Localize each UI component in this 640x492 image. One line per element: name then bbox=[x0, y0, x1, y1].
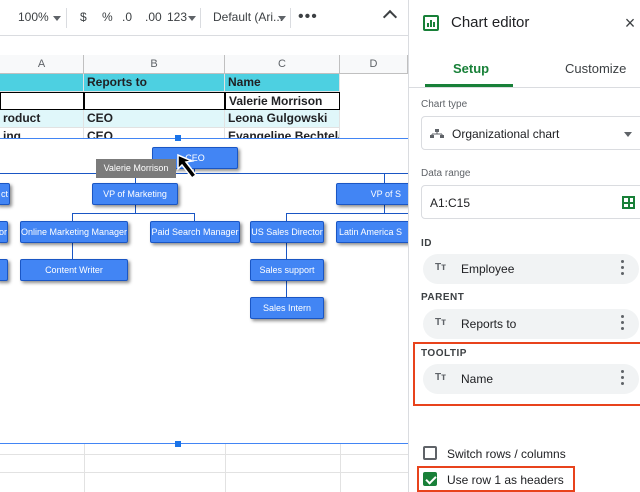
org-node-partial-left-3[interactable] bbox=[0, 259, 8, 281]
zoom-select[interactable]: 100% bbox=[18, 10, 49, 24]
connector-line bbox=[0, 173, 408, 174]
grid-line bbox=[84, 444, 85, 492]
chevron-down-icon[interactable] bbox=[624, 132, 632, 137]
text-type-icon: Tт bbox=[435, 317, 447, 328]
font-select[interactable]: Default (Ari... bbox=[213, 10, 283, 24]
org-node-vp-sales[interactable]: VP of S bbox=[336, 183, 416, 205]
connector-line bbox=[384, 205, 385, 214]
connector-line bbox=[286, 213, 287, 221]
chart-resize-handle-top[interactable] bbox=[175, 135, 181, 141]
decrease-decimal-button[interactable]: .0 bbox=[122, 10, 132, 24]
cell-c1[interactable]: Name bbox=[225, 74, 340, 92]
connector-line bbox=[384, 173, 385, 183]
connector-line bbox=[286, 243, 287, 259]
org-node-partial-left-2[interactable]: or bbox=[0, 221, 8, 243]
sheets-toolbar: 100% $ % .0 .00 123 Default (Ari... ••• bbox=[0, 0, 408, 36]
collapse-toolbar-icon[interactable] bbox=[382, 9, 398, 25]
parent-label: PARENT bbox=[421, 292, 465, 303]
cell-c3[interactable]: Leona Gulgowski bbox=[225, 110, 340, 128]
column-header-c[interactable]: C bbox=[225, 55, 340, 74]
tab-setup[interactable]: Setup bbox=[453, 61, 489, 76]
org-node-online-marketing-manager[interactable]: Online Marketing Manager bbox=[20, 221, 128, 243]
select-range-icon[interactable] bbox=[622, 196, 635, 209]
cell-b2[interactable] bbox=[84, 92, 225, 110]
use-row-1-headers-label[interactable]: Use row 1 as headers bbox=[447, 473, 564, 487]
data-range-label: Data range bbox=[421, 168, 471, 179]
mouse-cursor-icon bbox=[177, 153, 198, 180]
org-chart[interactable]: CEO ct VP of Marketing VP of S or Online… bbox=[0, 135, 416, 447]
switch-rows-columns-label[interactable]: Switch rows / columns bbox=[447, 447, 566, 461]
toolbar-divider bbox=[66, 8, 67, 28]
more-options-icon[interactable]: ••• bbox=[298, 8, 318, 26]
connector-line bbox=[194, 213, 195, 221]
increase-decimal-button[interactable]: .00 bbox=[145, 10, 162, 24]
tooltip-field-chip[interactable]: Tт Name bbox=[423, 364, 639, 394]
org-node-paid-search-manager[interactable]: Paid Search Manager bbox=[150, 221, 240, 243]
column-header-a[interactable]: A bbox=[0, 55, 84, 74]
chart-type-label: Chart type bbox=[421, 99, 468, 110]
toolbar-divider bbox=[200, 8, 201, 28]
grid-line bbox=[225, 444, 226, 492]
tooltip-label: TOOLTIP bbox=[421, 348, 467, 359]
toolbar-divider bbox=[290, 8, 291, 28]
chart-editor-icon bbox=[423, 15, 439, 31]
id-field-value: Employee bbox=[461, 262, 515, 276]
connector-line bbox=[286, 281, 287, 297]
zoom-caret-icon[interactable] bbox=[53, 16, 61, 21]
grid-line bbox=[0, 454, 408, 455]
column-header-b[interactable]: B bbox=[84, 55, 225, 74]
org-node-latin-america-sales[interactable]: Latin America S bbox=[336, 221, 416, 243]
use-row-1-headers-checkbox[interactable] bbox=[423, 472, 437, 486]
percent-format-button[interactable]: % bbox=[102, 10, 113, 24]
cell-a2[interactable] bbox=[0, 92, 84, 110]
font-caret-icon[interactable] bbox=[278, 16, 286, 21]
text-type-icon: Tт bbox=[435, 262, 447, 273]
cell-a3[interactable]: roduct bbox=[0, 110, 84, 128]
connector-line bbox=[286, 213, 408, 214]
tab-customize[interactable]: Customize bbox=[565, 61, 626, 76]
org-node-sales-intern[interactable]: Sales Intern bbox=[250, 297, 324, 319]
grid-line bbox=[340, 444, 341, 492]
connector-line bbox=[72, 213, 194, 214]
text-type-icon: Tт bbox=[435, 372, 447, 383]
more-vert-icon[interactable] bbox=[621, 315, 625, 333]
chart-editor-title: Chart editor bbox=[451, 14, 530, 31]
cell-a1[interactable] bbox=[0, 74, 84, 92]
org-node-content-writer[interactable]: Content Writer bbox=[20, 259, 128, 281]
currency-format-button[interactable]: $ bbox=[80, 10, 87, 24]
chart-editor-panel: Chart editor × Setup Customize Chart typ… bbox=[408, 0, 640, 492]
chart-resize-handle-bottom[interactable] bbox=[175, 441, 181, 447]
org-node-us-sales-director[interactable]: US Sales Director bbox=[250, 221, 324, 243]
org-node-vp-marketing[interactable]: VP of Marketing bbox=[92, 183, 178, 205]
chart-type-value: Organizational chart bbox=[452, 127, 560, 141]
cell-b3[interactable]: CEO bbox=[84, 110, 225, 128]
data-range-input[interactable]: A1:C15 bbox=[421, 185, 640, 219]
connector-line bbox=[72, 243, 73, 259]
more-formats-button[interactable]: 123 bbox=[167, 10, 187, 24]
chart-type-select[interactable]: Organizational chart bbox=[421, 116, 640, 150]
grid-line bbox=[0, 472, 408, 473]
parent-field-chip[interactable]: Tт Reports to bbox=[423, 309, 639, 339]
more-vert-icon[interactable] bbox=[621, 370, 625, 388]
chart-tooltip: Valerie Morrison bbox=[96, 159, 176, 178]
switch-rows-columns-checkbox[interactable] bbox=[423, 446, 437, 460]
more-vert-icon[interactable] bbox=[621, 260, 625, 278]
connector-line bbox=[72, 213, 73, 221]
org-chart-icon bbox=[430, 129, 444, 138]
id-field-chip[interactable]: Tт Employee bbox=[423, 254, 639, 284]
id-label: ID bbox=[421, 238, 432, 249]
data-range-value: A1:C15 bbox=[430, 196, 471, 210]
parent-field-value: Reports to bbox=[461, 317, 517, 331]
tab-divider bbox=[409, 87, 640, 88]
tooltip-field-value: Name bbox=[461, 372, 494, 386]
close-icon[interactable]: × bbox=[623, 14, 637, 32]
cell-c2[interactable]: Valerie Morrison bbox=[225, 92, 340, 110]
more-formats-caret-icon[interactable] bbox=[188, 16, 196, 21]
column-header-d[interactable]: D bbox=[340, 55, 408, 74]
cell-b1[interactable]: Reports to bbox=[84, 74, 225, 92]
org-node-partial-left[interactable]: ct bbox=[0, 183, 10, 205]
connector-line bbox=[135, 205, 136, 214]
org-node-sales-support[interactable]: Sales support bbox=[250, 259, 324, 281]
